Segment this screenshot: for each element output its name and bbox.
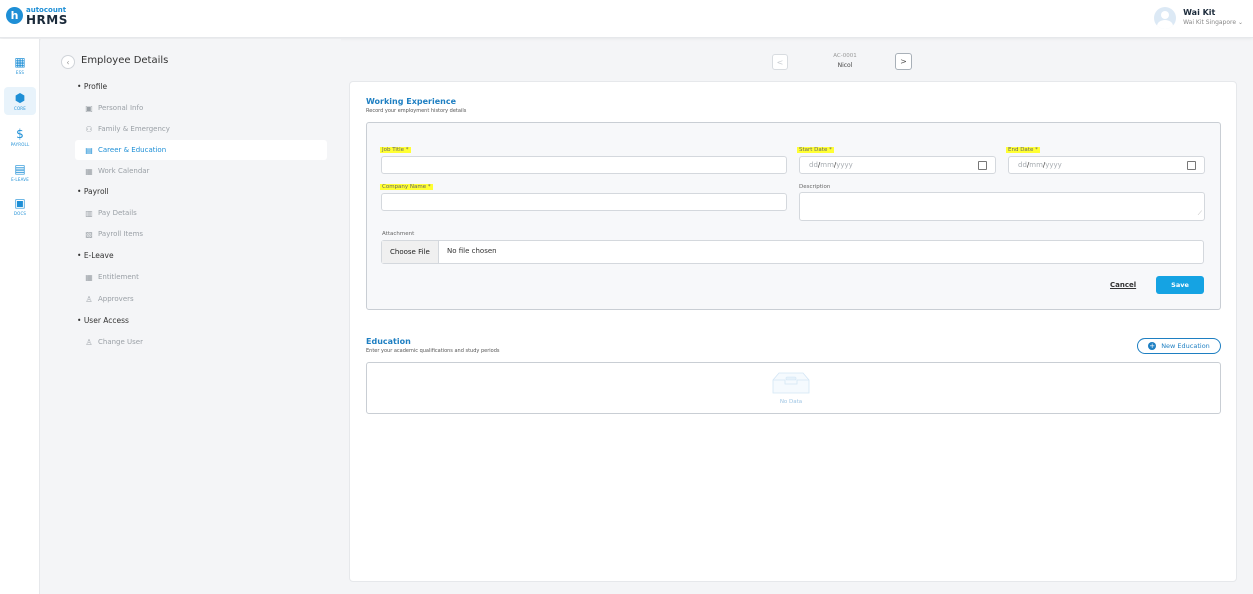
education-subtitle: Enter your academic qualifications and s… [366,348,500,354]
description-label: Description [799,184,831,190]
employee-nav: ‹ Employee Details • Profile ▣ Personal I… [41,39,341,594]
rail-item-docs[interactable]: ▣ DOCS [4,192,36,220]
nav-item-payroll-items[interactable]: ▧ Payroll Items [75,224,327,244]
rail-label: CORE [13,105,27,111]
nav-item-career-education[interactable]: ▤ Career & Education [75,140,327,160]
nav-item-change-user[interactable]: ♙ Change User [75,332,327,352]
attachment-label: Attachment [382,231,415,237]
new-education-button[interactable]: + New Education [1137,338,1221,354]
save-button[interactable]: Save [1156,276,1204,294]
rail-item-eleave[interactable]: ▤ E-LEAVE [4,158,36,186]
money-icon: ▥ [85,208,93,218]
file-status: No file chosen [447,247,497,255]
choose-file-button[interactable]: Choose File [382,241,439,263]
app-logo[interactable]: h autocount HRMS [6,5,68,27]
plus-icon: + [1148,342,1157,350]
calendar-icon[interactable] [978,161,987,170]
rail-label: PAYROLL [10,141,30,147]
previous-record-button[interactable]: < [772,54,788,70]
nav-item-family-emergency[interactable]: ⚇ Family & Emergency [75,119,327,139]
briefcase-icon: ▤ [85,145,93,155]
dollar-icon: $ [16,126,24,141]
nav-item-work-calendar[interactable]: ▦ Work Calendar [75,161,327,181]
rail-label: E-LEAVE [11,176,29,182]
ess-icon: ▦ [14,54,26,69]
module-rail: ▦ ESS ⬢ CORE $ PAYROLL ▤ E-LEAVE ▣ DOCS [0,39,40,594]
start-date-input[interactable]: dd/mm/yyyy [799,156,996,174]
rail-item-payroll[interactable]: $ PAYROLL [4,123,36,151]
user-org[interactable]: Wai Kit Singapore ⌄ [1183,18,1243,28]
end-date-input[interactable]: dd/mm/yyyy [1008,156,1205,174]
calendar-icon: ▤ [14,161,26,176]
end-date-label: End Date * [1006,147,1040,153]
record-code: AC-0001 [833,53,857,59]
next-record-button[interactable]: > [895,53,912,70]
job-title-label: Job Title * [380,147,411,153]
nav-section-payroll: • Payroll [77,187,109,196]
resize-grip-icon[interactable]: ⟋ [1198,210,1202,218]
company-name-input[interactable] [381,193,787,211]
empty-inbox-icon [772,372,810,394]
start-date-label: Start Date * [797,147,834,153]
page-title: Employee Details [81,55,169,66]
logo-bottom-text: HRMS [26,13,68,27]
chevron-left-icon: < [776,57,784,67]
working-experience-subtitle: Record your employment history details [366,108,467,114]
user-menu[interactable]: Wai Kit Wai Kit Singapore ⌄ [1154,7,1243,29]
list-icon: ▧ [85,229,93,239]
working-experience-title: Working Experience [366,97,457,106]
nav-section-profile: • Profile [77,82,108,91]
calendar-icon: ▦ [85,166,93,176]
avatar[interactable] [1154,7,1177,29]
user-name: Wai Kit [1183,8,1216,17]
record-name: Nicol [837,62,853,69]
calendar-icon[interactable] [1187,161,1196,170]
rail-label: DOCS [13,210,27,216]
user-check-icon: ♙ [85,294,93,304]
job-title-input[interactable] [381,156,787,174]
calendar-check-icon: ▦ [85,272,93,282]
attachment-file-input[interactable]: Choose File No file chosen [381,240,1204,264]
company-name-label: Company Name * [380,184,433,190]
no-data-text: No Data [779,399,803,405]
id-card-icon: ▣ [85,103,93,113]
nav-item-personal-info[interactable]: ▣ Personal Info [75,98,327,118]
core-icon: ⬢ [14,90,26,105]
back-button[interactable]: ‹ [61,55,75,69]
user-swap-icon: ♙ [85,337,93,347]
nav-section-user-access: • User Access [77,316,129,325]
rail-label: ESS [15,69,25,75]
nav-item-pay-details[interactable]: ▥ Pay Details [75,203,327,223]
description-textarea[interactable]: ⟋ [799,192,1205,221]
nav-item-entitlement[interactable]: ▦ Entitlement [75,267,327,287]
rail-item-ess[interactable]: ▦ ESS [4,51,36,79]
nav-item-approvers[interactable]: ♙ Approvers [75,289,327,309]
top-bar: h autocount HRMS Wai Kit Wai Kit Singapo… [0,0,1253,38]
rail-item-core[interactable]: ⬢ CORE [4,87,36,115]
education-title: Education [366,337,411,346]
people-icon: ⚇ [85,124,93,134]
cancel-button[interactable]: Cancel [1110,281,1136,289]
nav-section-eleave: • E-Leave [77,251,114,260]
chevron-right-icon: > [900,57,907,66]
document-icon: ▣ [14,195,26,210]
logo-mark: h [6,6,23,24]
